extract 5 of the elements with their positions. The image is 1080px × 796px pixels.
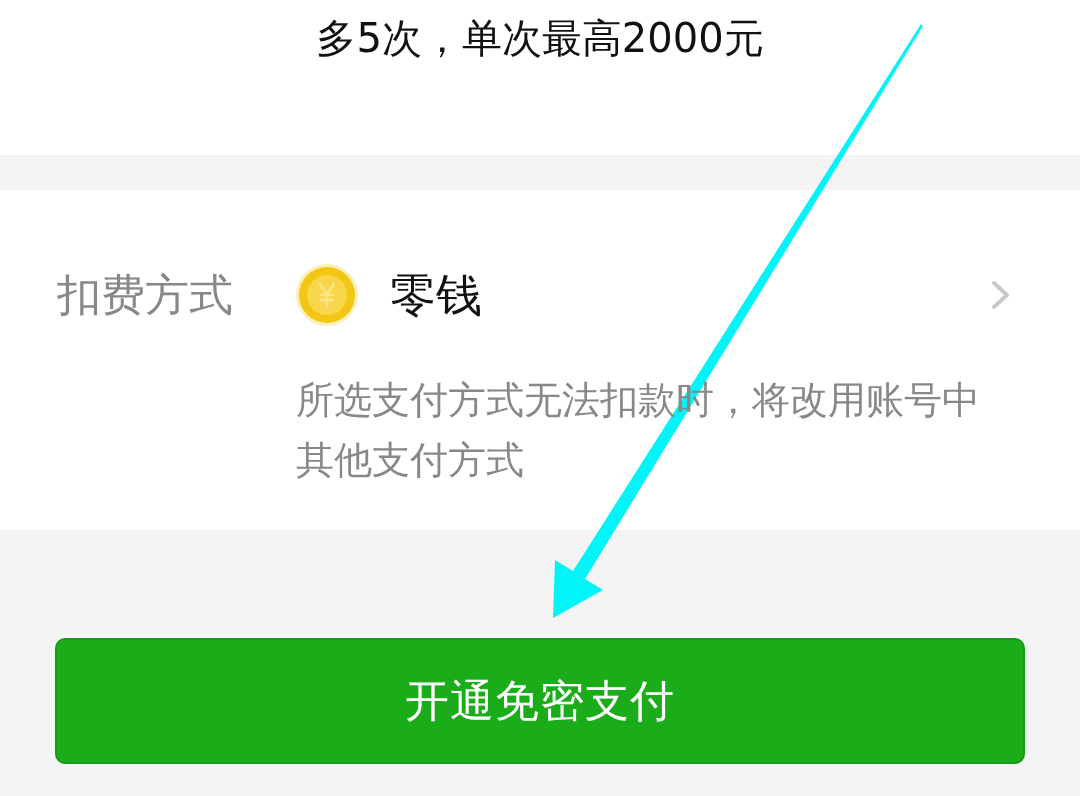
chevron-right-icon[interactable] <box>990 279 1012 311</box>
payment-method-value[interactable]: 零钱 <box>390 268 482 322</box>
deduction-method-label: 扣费方式 <box>57 269 234 321</box>
coin-icon <box>296 264 358 326</box>
limit-text: 多5次，单次最高2000元 <box>316 14 764 62</box>
